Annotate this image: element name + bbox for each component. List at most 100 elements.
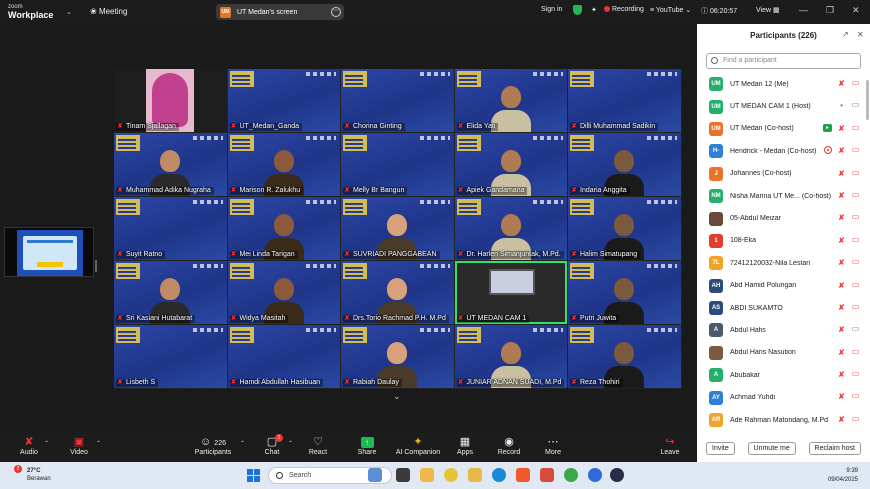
video-tile[interactable]: ✘ UT MEDAN CAM 1 — [454, 261, 567, 324]
video-tile[interactable]: ✘ Indaria Anggita — [568, 133, 681, 196]
video-tile[interactable]: ✘ Marison R. Zalukhu — [227, 133, 340, 196]
panel-scrollbar[interactable] — [866, 80, 869, 120]
camera-off-icon[interactable]: ▭ — [851, 392, 860, 400]
camera-off-icon[interactable]: ▭ — [851, 190, 860, 199]
video-tile[interactable]: ✘ Dilli Muhammad Sadikin — [568, 69, 681, 132]
chrome-profile-icon[interactable] — [564, 468, 578, 482]
participant-row[interactable]: 05-Abdul Meizar ✘ ▭ — [697, 207, 870, 229]
video-tile[interactable]: ✘ Mei Linda Tarigan — [227, 197, 340, 260]
camera-off-icon[interactable]: ▭ — [851, 168, 860, 177]
mic-muted-icon[interactable]: ✘ — [838, 258, 845, 267]
video-tile[interactable]: ✘ Rabiah Daulay — [341, 325, 454, 388]
sign-in-button[interactable]: Sign in — [541, 6, 562, 13]
video-tile[interactable]: ✘ Apiek Gandamana — [454, 133, 567, 196]
participant-row[interactable]: UM UT MEDAN CAM 1 (Host) • ▭ — [697, 95, 870, 117]
video-tile[interactable]: ✘ JUNIAR ADNAN SUADI, M.Pd — [454, 325, 567, 388]
mic-muted-icon[interactable]: ✘ — [838, 370, 845, 379]
mic-muted-icon[interactable]: ✘ — [838, 146, 845, 155]
chevron-down-icon[interactable]: ⌄ — [66, 8, 72, 16]
mic-muted-icon[interactable]: ✘ — [838, 325, 845, 334]
video-tile[interactable]: ✘ Putri Juwita — [568, 261, 681, 324]
video-tile[interactable]: ✘ Lisbeth S — [114, 325, 227, 388]
camera-off-icon[interactable]: ▭ — [851, 79, 860, 87]
unmute-me-button[interactable]: Unmute me — [747, 442, 796, 455]
mic-muted-icon[interactable]: ✘ — [838, 236, 845, 245]
system-clock[interactable]: 9:39 09/04/2025 — [828, 467, 858, 485]
participant-row[interactable]: A Abdul Hafis ✘ ▭ — [697, 319, 870, 341]
restore-icon[interactable]: ❐ — [826, 5, 834, 16]
apps-button[interactable]: ▦ Apps — [440, 435, 490, 456]
mic-muted-icon[interactable]: ✘ — [838, 169, 845, 178]
store-icon[interactable] — [540, 468, 554, 482]
camera-off-icon[interactable]: ▭ — [851, 280, 860, 289]
camera-off-icon[interactable]: ▭ — [851, 302, 860, 311]
mic-muted-icon[interactable]: ✘ — [838, 303, 845, 312]
video-tile[interactable]: ✘ Chorina Ginting — [341, 69, 454, 132]
participant-row[interactable]: UM UT Medan (Co-host) ▸ ✘ ▭ — [697, 118, 870, 140]
resize-handle[interactable] — [95, 260, 97, 272]
participants-button[interactable]: ☺ 226 Participants — [188, 435, 238, 456]
video-tile[interactable]: ✘ SUVRIADI PANGGABEAN — [341, 197, 454, 260]
close-icon[interactable]: ✕ — [852, 5, 860, 16]
camera-off-icon[interactable]: ▭ — [851, 370, 860, 378]
video-tile[interactable]: ✘ UT_Medan_Ganda — [227, 69, 340, 132]
mic-muted-icon[interactable]: ✘ — [838, 124, 845, 133]
participant-row[interactable]: J Johannes (Co-host) ✘ ▭ — [697, 163, 870, 185]
minimize-icon[interactable]: — — [799, 5, 808, 15]
participant-row[interactable]: AR Ade Rahman Matondang, M.Pd ✘ ▭ — [697, 409, 870, 431]
reclaim-host-button[interactable]: Reclaim host — [808, 442, 861, 455]
screen-share-indicator[interactable]: UM UT Medan's screen ⋯ — [216, 4, 344, 20]
mic-muted-icon[interactable]: ✘ — [838, 348, 845, 357]
participant-row[interactable]: AH Abd Hamid Polungan ✘ ▭ — [697, 275, 870, 297]
invite-button[interactable]: Invite — [706, 442, 735, 455]
edge-icon[interactable] — [492, 468, 506, 482]
weather-widget[interactable]: 27°C Berawan — [27, 467, 51, 483]
video-tile[interactable]: ✘ Widya Masitah — [227, 261, 340, 324]
participant-search-input[interactable]: Find a participant — [706, 53, 861, 69]
video-tile[interactable]: ✘ Drs.Torio Rachmad P.H. M.Pd — [341, 261, 454, 324]
participant-row[interactable]: NM Nisha Marina UT Me... (Co-host) ✘ ▭ — [697, 185, 870, 207]
sparkle-icon[interactable]: ✦ — [591, 6, 597, 14]
meeting-tab[interactable]: ❀ Meeting — [90, 7, 127, 16]
participant-row[interactable]: AY Achmad Yuhdi ✘ ▭ — [697, 386, 870, 408]
video-tile[interactable]: ✘ Reza Thohiri — [568, 325, 681, 388]
mic-muted-icon[interactable]: ✘ — [838, 281, 845, 290]
windows-start-icon[interactable] — [247, 469, 260, 482]
participant-row[interactable]: 1 108-Eka ✘ ▭ — [697, 230, 870, 252]
media-player-icon[interactable] — [610, 468, 624, 482]
ai-companion-button[interactable]: ✦ AI Companion — [393, 435, 443, 456]
video-tile[interactable]: ✘ Suyit Ratno — [114, 197, 227, 260]
participant-row[interactable]: UM UT Medan 12 (Me) ✘ ▭ — [697, 73, 870, 95]
shield-icon[interactable] — [573, 5, 582, 17]
mic-muted-icon[interactable]: ✘ — [838, 392, 845, 401]
video-tile[interactable]: ✘ Elida Yati — [454, 69, 567, 132]
shared-screen-thumbnail[interactable] — [4, 227, 94, 277]
brave-icon[interactable] — [516, 468, 530, 482]
video-options-caret[interactable]: ⌃ — [96, 440, 101, 447]
close-panel-icon[interactable]: ✕ — [857, 30, 864, 39]
participants-options-caret[interactable]: ⌃ — [240, 440, 245, 447]
camera-off-icon[interactable]: ▭ — [851, 258, 860, 266]
share-button[interactable]: ↑ Share — [342, 435, 392, 456]
zoom-app-icon[interactable] — [588, 468, 602, 482]
copilot-icon[interactable] — [420, 468, 434, 482]
video-tile[interactable]: ✘ Muhammad Adika Nugraha — [114, 133, 227, 196]
participant-row[interactable]: A Abubakar ✘ ▭ — [697, 364, 870, 386]
recording-indicator[interactable]: Recording — [604, 6, 644, 13]
mic-muted-icon[interactable]: ✘ — [838, 191, 845, 200]
camera-off-icon[interactable]: ▭ — [851, 146, 860, 154]
audio-options-caret[interactable]: ⌃ — [44, 440, 49, 447]
mic-muted-icon[interactable]: ✘ — [838, 415, 845, 424]
view-button[interactable]: View ▦ — [756, 6, 780, 14]
camera-icon[interactable]: ▭ — [851, 101, 860, 109]
more-button[interactable]: ⋯ More — [528, 435, 578, 456]
record-button[interactable]: ◉ Record — [484, 435, 534, 456]
react-button[interactable]: ♡ React — [293, 435, 343, 456]
leave-button[interactable]: ↪ Leave — [645, 435, 695, 456]
mic-icon[interactable]: • — [838, 101, 845, 110]
file-explorer-icon[interactable] — [468, 468, 482, 482]
camera-icon[interactable]: ▭ — [851, 325, 860, 333]
participant-row[interactable]: H- Hendrick - Medan (Co-host) ✘ ▭ — [697, 140, 870, 162]
video-tile[interactable]: ✘ Dr. Harlen Simanjuntak, M.Pd. — [454, 197, 567, 260]
livestream-indicator[interactable]: ≡ YouTube ⌄ — [650, 6, 691, 14]
